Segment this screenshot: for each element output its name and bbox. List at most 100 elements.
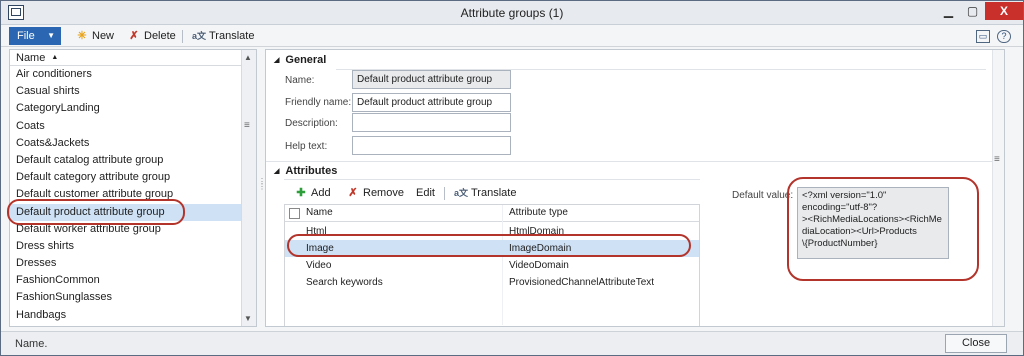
edit-attribute-button[interactable]: Edit <box>416 186 435 202</box>
attribute-name-cell: Search keywords <box>306 277 383 288</box>
attribute-name-cell: Video <box>306 260 332 271</box>
status-text: Name. <box>15 338 48 350</box>
section-divider <box>266 161 994 162</box>
scroll-down-icon[interactable]: ▼ <box>244 314 252 323</box>
remove-label: Remove <box>363 187 404 199</box>
caret-down-icon: ▼ <box>47 31 55 40</box>
attribute-group-list: Name ▲ Air conditioners Casual shirts Cat… <box>9 49 257 327</box>
translate-button[interactable]: a文 Translate <box>192 29 254 45</box>
list-item[interactable]: Coats&Jackets <box>10 135 242 152</box>
attribute-translate-button[interactable]: a文 Translate <box>454 186 516 202</box>
attribute-translate-label: Translate <box>471 187 517 199</box>
list-item[interactable]: Default customer attribute group <box>10 186 242 203</box>
help-icon[interactable]: ? <box>997 30 1011 43</box>
delete-button[interactable]: ✗ Delete <box>127 29 176 45</box>
description-field[interactable] <box>352 113 511 132</box>
title-bar: Attribute groups (1) ▁ ▢ X <box>1 1 1023 25</box>
list-item[interactable]: FashionSunglasses <box>10 289 242 306</box>
edit-label: Edit <box>416 187 435 199</box>
attributes-toolbar-divider <box>284 179 700 180</box>
help-text-label: Help text: <box>285 141 328 152</box>
add-label: Add <box>311 187 331 199</box>
help-text-field[interactable] <box>352 136 511 155</box>
add-plus-icon: ✚ <box>296 187 306 199</box>
toolbar-separator <box>182 30 183 43</box>
table-row[interactable]: Video VideoDomain <box>285 257 699 274</box>
list-item-selected[interactable]: Default product attribute group <box>10 203 242 221</box>
translate-label: Translate <box>209 30 255 42</box>
list-item[interactable]: Coats <box>10 118 242 135</box>
list-item[interactable]: Handbags <box>10 307 242 324</box>
details-scrollbar[interactable]: ≡ <box>992 50 1004 326</box>
name-label: Name: <box>285 75 315 86</box>
delete-label: Delete <box>144 30 176 42</box>
select-all-checkbox[interactable] <box>289 208 300 219</box>
translate-icon: a文 <box>454 188 469 198</box>
action-pane: File ▼ ✳ New ✗ Delete a文 Translate ▭ ? <box>1 25 1023 47</box>
attribute-groups-window: Attribute groups (1) ▁ ▢ X File ▼ ✳ New ✗… <box>0 0 1024 356</box>
list-item[interactable]: Default category attribute group <box>10 169 242 186</box>
description-label: Description: <box>285 118 338 129</box>
collapse-triangle-icon: ◢ <box>274 57 280 64</box>
window-title: Attribute groups (1) <box>460 6 564 20</box>
attribute-type-cell: ImageDomain <box>509 243 572 254</box>
attributes-grid: Name Attribute type Html HtmlDomain Imag… <box>284 204 700 326</box>
attribute-name-cell: Image <box>306 243 334 254</box>
default-value-field[interactable]: <?xml version="1.0" encoding="utf-8"? ><… <box>797 187 949 259</box>
name-column-header[interactable]: Name <box>306 205 333 221</box>
minimize-button[interactable]: ▁ <box>936 2 961 20</box>
table-row-selected[interactable]: Image ImageDomain <box>285 240 699 257</box>
layout-icon[interactable]: ▭ <box>976 30 990 43</box>
name-column-header[interactable]: Name ▲ <box>10 50 242 66</box>
name-header-label: Name <box>16 52 46 64</box>
friendly-name-label: Friendly name: <box>285 97 352 108</box>
friendly-name-field[interactable]: Default product attribute group <box>352 93 511 112</box>
general-title: General <box>285 54 327 66</box>
collapse-triangle-icon: ◢ <box>274 168 280 175</box>
sort-ascending-icon: ▲ <box>51 54 59 61</box>
pane-splitter[interactable]: ⋮ ⋮ <box>258 49 266 327</box>
attributes-toolbar: ✚ Add ✗ Remove Edit a文 Translate <box>266 186 706 202</box>
name-field[interactable]: Default product attribute group <box>352 70 511 89</box>
toolbar-separator <box>444 187 445 200</box>
default-value-label: Default value: <box>732 190 794 201</box>
list-item[interactable]: Air conditioners <box>10 66 242 83</box>
attribute-type-cell: ProvisionedChannelAttributeText <box>509 277 655 288</box>
list-scrollbar[interactable]: ▲ ≡ ▼ <box>241 50 256 326</box>
list-item[interactable]: Dress shirts <box>10 238 242 255</box>
attribute-name-cell: Html <box>306 226 327 237</box>
close-button[interactable]: Close <box>945 334 1007 353</box>
list-item[interactable]: Casual shirts <box>10 83 242 100</box>
file-label: File <box>17 30 35 42</box>
new-label: New <box>92 30 115 42</box>
list-item[interactable]: Dresses <box>10 255 242 272</box>
list-item[interactable]: Default catalog attribute group <box>10 152 242 169</box>
scroll-up-icon[interactable]: ▲ <box>244 53 252 62</box>
delete-x-icon: ✗ <box>129 30 139 42</box>
list-body: Air conditioners Casual shirts CategoryL… <box>10 66 242 324</box>
maximize-button[interactable]: ▢ <box>960 2 985 20</box>
status-bar: Name. Close <box>1 331 1023 355</box>
translate-icon: a文 <box>192 31 207 41</box>
table-row[interactable]: Search keywords ProvisionedChannelAttrib… <box>285 274 699 291</box>
attribute-type-column-header[interactable]: Attribute type <box>509 205 568 221</box>
add-attribute-button[interactable]: ✚ Add <box>294 186 331 202</box>
file-menu-button[interactable]: File ▼ <box>9 27 61 45</box>
list-item[interactable]: FashionCommon <box>10 272 242 289</box>
list-item[interactable]: CategoryLanding <box>10 100 242 117</box>
scroll-grip-icon[interactable]: ≡ <box>994 154 1000 165</box>
list-item[interactable]: Default worker attribute group <box>10 221 242 238</box>
general-section-header[interactable]: ◢ General <box>274 54 326 66</box>
new-button[interactable]: ✳ New <box>75 29 114 45</box>
attributes-title: Attributes <box>285 165 338 177</box>
sun-star-icon: ✳ <box>77 30 87 42</box>
attribute-type-cell: VideoDomain <box>509 260 569 271</box>
remove-attribute-button[interactable]: ✗ Remove <box>346 186 404 202</box>
remove-x-icon: ✗ <box>348 187 358 199</box>
attribute-type-cell: HtmlDomain <box>509 226 565 237</box>
attributes-section-header[interactable]: ◢ Attributes <box>274 165 337 177</box>
scroll-grip-icon[interactable]: ≡ <box>244 120 250 131</box>
close-window-button[interactable]: X <box>985 2 1023 20</box>
details-pane: ◢ General Name: Default product attribute… <box>265 49 1005 327</box>
table-row[interactable]: Html HtmlDomain <box>285 223 699 240</box>
